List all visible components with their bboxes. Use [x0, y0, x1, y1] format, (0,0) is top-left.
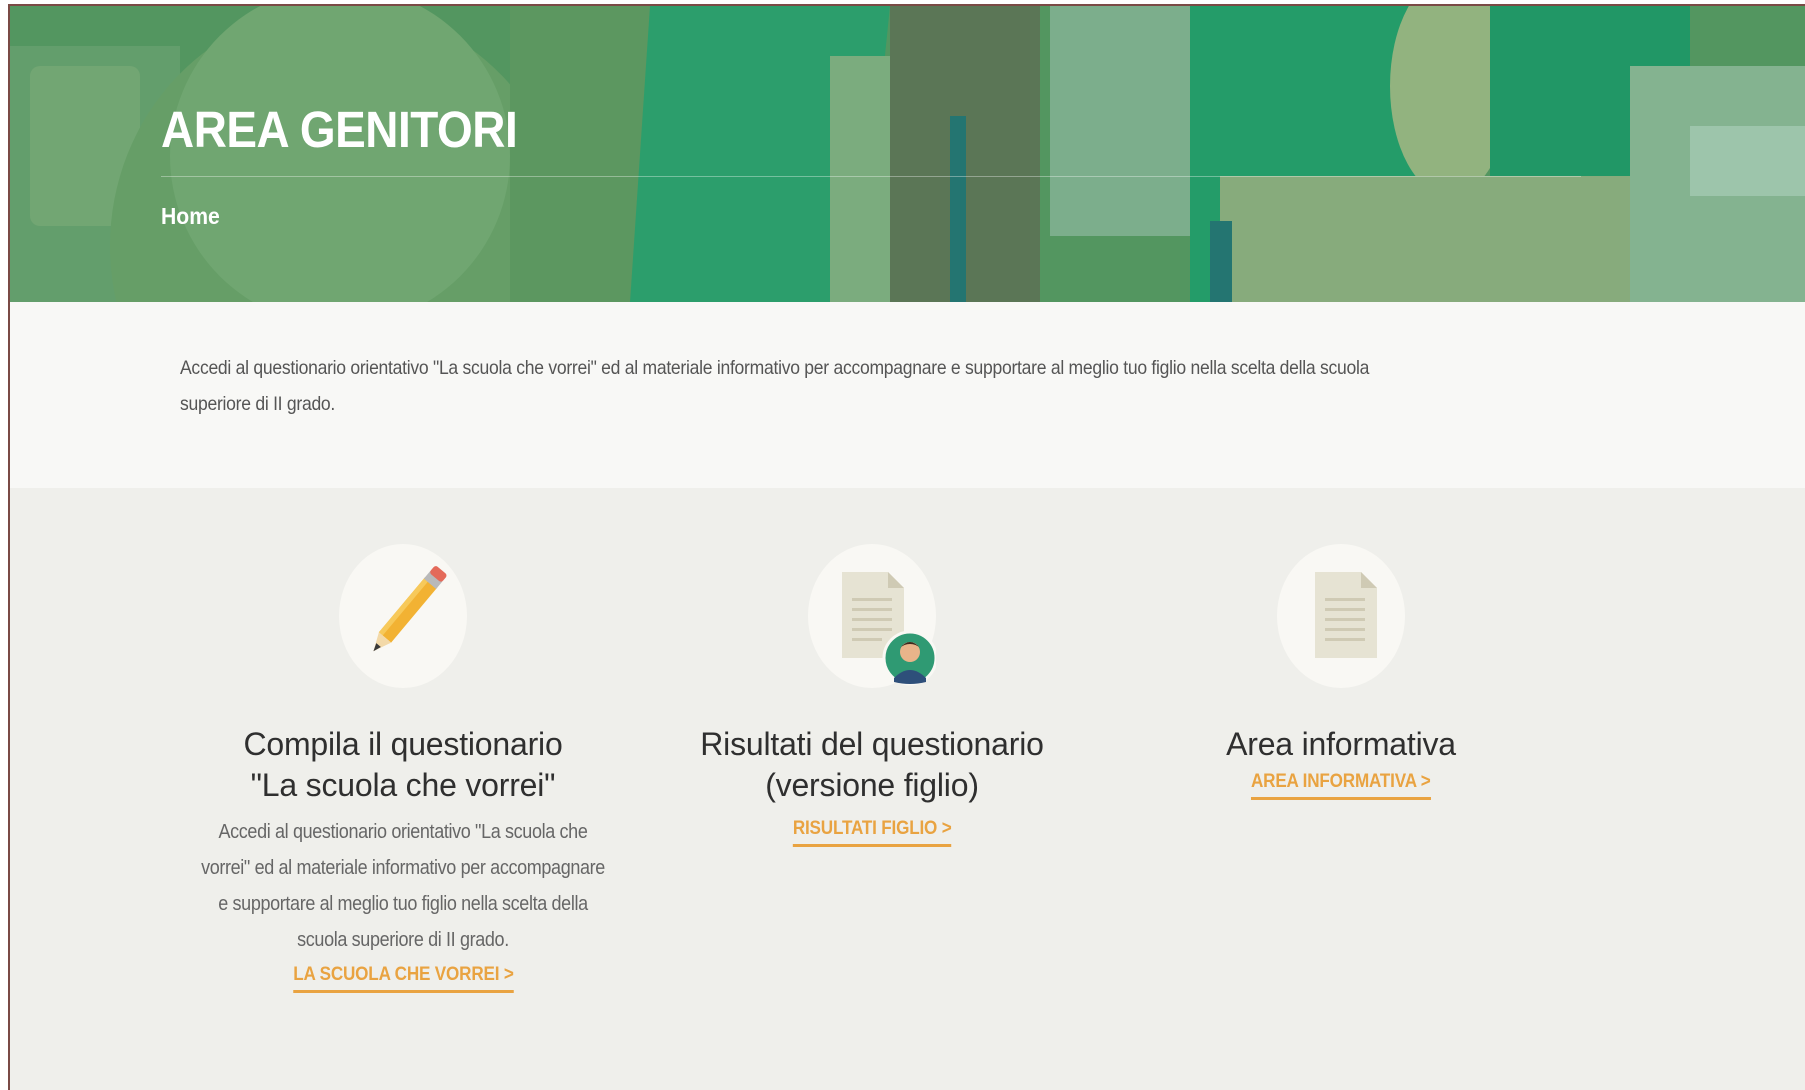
- card-questionnaire: Compila il questionario "La scuola che v…: [173, 544, 633, 993]
- card-title-line2: (versione figlio): [765, 767, 979, 803]
- icon-circle: [808, 544, 936, 688]
- card-title-line1: Compila il questionario: [243, 726, 563, 762]
- hero-divider: [161, 176, 1581, 177]
- intro-text: Accedi al questionario orientativo "La s…: [180, 357, 1370, 415]
- card-title-line2: "La scuola che vorrei": [250, 767, 556, 803]
- icon-circle: [1277, 544, 1405, 688]
- card-title: Compila il questionario "La scuola che v…: [173, 724, 633, 806]
- pencil-icon: [373, 566, 447, 652]
- card-title: Area informativa: [1111, 724, 1571, 765]
- icon-circle: [339, 544, 467, 688]
- area-informativa-link[interactable]: AREA INFORMATIVA >: [1251, 771, 1431, 800]
- document-user-icon: [842, 572, 936, 686]
- page-title: AREA GENITORI: [161, 101, 518, 158]
- intro-section: Accedi al questionario orientativo "La s…: [10, 302, 1805, 488]
- card-title-line1: Risultati del questionario: [700, 726, 1044, 762]
- document-icon: [1315, 572, 1377, 658]
- page-frame: AREA GENITORI Home Accedi al questionari…: [8, 4, 1805, 1090]
- risultati-figlio-link[interactable]: RISULTATI FIGLIO >: [792, 818, 952, 847]
- breadcrumb-home-link[interactable]: Home: [161, 203, 220, 230]
- card-title-line1: Area informativa: [1226, 726, 1456, 762]
- card-description: Accedi al questionario orientativo "La s…: [201, 821, 605, 951]
- cards-section: Compila il questionario "La scuola che v…: [10, 488, 1805, 1090]
- hero-banner: AREA GENITORI Home: [10, 6, 1805, 302]
- card-info-area: Area informativa AREA INFORMATIVA >: [1111, 544, 1571, 800]
- la-scuola-che-vorrei-link[interactable]: LA SCUOLA CHE VORREI >: [292, 964, 513, 993]
- card-title: Risultati del questionario (versione fig…: [642, 724, 1102, 806]
- card-results: Risultati del questionario (versione fig…: [642, 544, 1102, 847]
